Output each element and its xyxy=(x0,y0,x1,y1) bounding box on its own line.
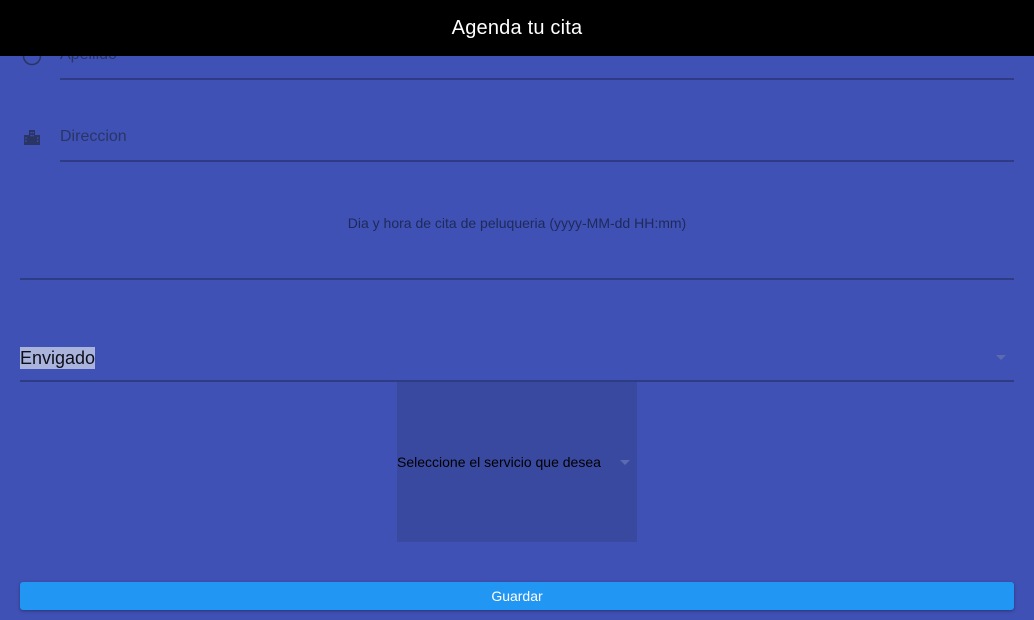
dropdown-arrow-icon xyxy=(996,355,1006,360)
app-bar: Agenda tu cita xyxy=(0,0,1034,56)
dropdown-arrow-icon xyxy=(620,460,630,465)
save-button[interactable]: Guardar xyxy=(20,582,1014,610)
page-title: Agenda tu cita xyxy=(451,16,583,39)
city-selected-value: Envigado xyxy=(20,347,96,369)
service-placeholder: Seleccione el servicio que desea xyxy=(397,454,601,470)
apellido-underline xyxy=(60,78,1014,80)
datetime-label: Dia y hora de cita de peluqueria (yyyy-M… xyxy=(347,215,687,231)
direccion-underline xyxy=(60,160,1014,162)
service-dropdown[interactable]: Seleccione el servicio que desea xyxy=(397,382,637,542)
city-dropdown[interactable]: Envigado xyxy=(20,340,1014,382)
datetime-field[interactable] xyxy=(20,278,1014,280)
direccion-field[interactable]: Direccion xyxy=(60,120,1014,162)
page: Apellido Direccion Dia y hora de cita de… xyxy=(0,0,1034,620)
city-icon xyxy=(22,127,42,147)
direccion-label: Direccion xyxy=(60,128,127,145)
